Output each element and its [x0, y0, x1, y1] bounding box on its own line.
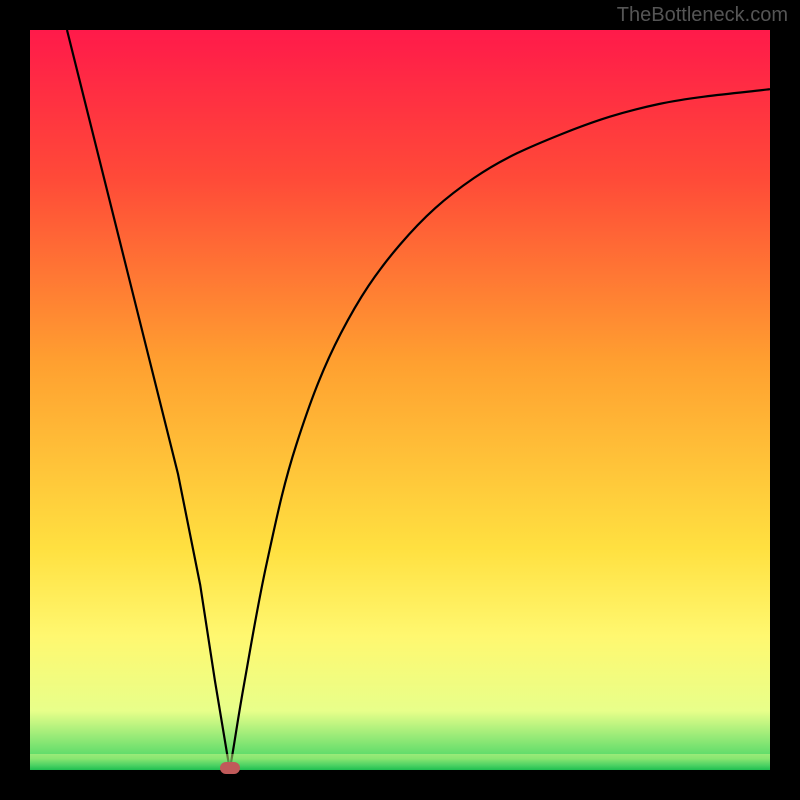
- watermark-text: TheBottleneck.com: [617, 4, 788, 27]
- chart-background: [30, 30, 770, 770]
- chart-svg: [30, 30, 770, 770]
- chart-plot-area: [30, 30, 770, 770]
- green-threshold-band: [30, 754, 770, 770]
- minimum-marker: [220, 762, 240, 774]
